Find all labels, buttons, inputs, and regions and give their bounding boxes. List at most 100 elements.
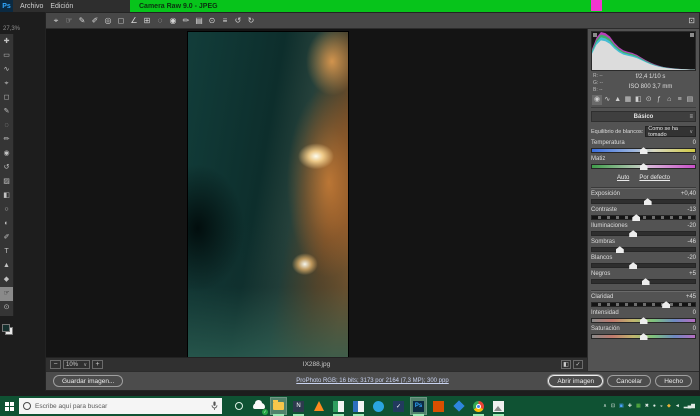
microphone-icon[interactable] — [211, 401, 218, 411]
done-button[interactable]: Hecho — [655, 375, 692, 387]
menu-edicion[interactable]: Edición — [50, 3, 73, 10]
tab-hsl-icon[interactable]: ▦ — [623, 95, 633, 105]
tab-effects-icon[interactable]: ƒ — [654, 95, 664, 105]
photoshop-icon[interactable]: Ps — [411, 398, 426, 414]
tasks-app-icon[interactable]: ✓ — [391, 398, 406, 414]
slider-thumb[interactable] — [640, 317, 648, 324]
adjustment-brush-tool-icon[interactable]: ✏ — [180, 15, 192, 27]
tab-basic-icon[interactable]: ◉ — [592, 95, 602, 105]
cortana-icon[interactable] — [231, 398, 246, 414]
slider-thumb[interactable] — [640, 147, 648, 154]
creative-app-icon[interactable] — [431, 398, 446, 414]
crop-tool-icon[interactable]: ◻ — [0, 91, 13, 105]
tab-tone-curve-icon[interactable]: ∿ — [602, 95, 612, 105]
rotate-right-button-icon[interactable]: ↻ — [245, 15, 257, 27]
sombras-slider-track[interactable] — [591, 247, 696, 252]
dodge-tool-icon[interactable]: ◐ — [0, 217, 13, 231]
brush-tool-icon[interactable]: ✏ — [0, 133, 13, 147]
chrome-icon[interactable] — [471, 398, 486, 414]
lasso-tool-icon[interactable]: ∿ — [0, 63, 13, 77]
document-app-icon[interactable] — [351, 398, 366, 414]
workflow-options-link[interactable]: ProPhoto RGB; 16 bits; 3173 por 2164 (7,… — [177, 378, 569, 384]
preferences-button-icon[interactable]: ≡ — [219, 15, 231, 27]
red-eye-tool-icon[interactable]: ◉ — [167, 15, 179, 27]
history-brush-tool-icon[interactable]: ↺ — [0, 161, 13, 175]
crop-tool-icon[interactable]: ◻ — [115, 15, 127, 27]
camera-raw-titlebar[interactable]: Camera Raw 9.0 - JPEG — [130, 0, 700, 12]
tab-snapshots-icon[interactable]: ▤ — [685, 95, 695, 105]
start-button[interactable] — [0, 396, 19, 416]
color-swatches[interactable] — [2, 324, 13, 335]
tab-presets-icon[interactable]: ≡ — [675, 95, 685, 105]
menu-archivo[interactable]: Archivo — [20, 3, 43, 10]
type-tool-icon[interactable]: T — [0, 245, 13, 259]
tray-app-3-icon[interactable]: ✚ — [628, 402, 632, 410]
tray-app-4-icon[interactable]: ▦ — [636, 402, 641, 410]
gradient-tool-icon[interactable]: ◧ — [0, 189, 13, 203]
foreground-color-swatch[interactable] — [2, 324, 10, 332]
spot-removal-tool-icon[interactable]: ◌ — [154, 15, 166, 27]
marquee-tool-icon[interactable]: ▭ — [0, 49, 13, 63]
spreadsheet-app-icon[interactable] — [331, 398, 346, 414]
vlc-icon[interactable] — [311, 398, 326, 414]
photo-canvas[interactable] — [188, 32, 348, 359]
tray-app-2-icon[interactable]: ▣ — [619, 402, 624, 410]
saturacion-slider-track[interactable] — [591, 334, 696, 339]
file-explorer-icon[interactable] — [271, 398, 286, 414]
graduated-filter-tool-icon[interactable]: ▤ — [193, 15, 205, 27]
eyedropper-tool-icon[interactable]: ✎ — [0, 105, 13, 119]
histogram[interactable] — [591, 31, 696, 71]
taskbar-search[interactable]: Escribe aquí para buscar — [19, 398, 222, 414]
negros-slider-track[interactable] — [591, 279, 696, 284]
slider-thumb[interactable] — [644, 198, 652, 205]
slider-thumb[interactable] — [642, 278, 650, 285]
auto-link[interactable]: Auto — [617, 175, 629, 181]
transform-tool-icon[interactable]: ⊞ — [141, 15, 153, 27]
onedrive-icon[interactable]: ✓ — [251, 398, 266, 414]
slider-thumb[interactable] — [662, 301, 670, 308]
eraser-tool-icon[interactable]: ▨ — [0, 175, 13, 189]
matiz-slider-track[interactable] — [591, 164, 696, 169]
tray-app-7-icon[interactable]: ◒ — [660, 402, 663, 410]
intensidad-slider-track[interactable] — [591, 318, 696, 323]
iluminaciones-slider-track[interactable] — [591, 231, 696, 236]
default-link[interactable]: Por defecto — [639, 175, 670, 181]
radial-filter-tool-icon[interactable]: ⊙ — [206, 15, 218, 27]
white-balance-tool-icon[interactable]: ✎ — [76, 15, 88, 27]
fullscreen-toggle-icon[interactable]: ⊡ — [688, 16, 695, 25]
color-sampler-tool-icon[interactable]: ✐ — [89, 15, 101, 27]
tray-network-icon[interactable]: ▂▄▆ — [684, 402, 695, 410]
slider-thumb[interactable] — [629, 262, 637, 269]
magic-wand-tool-icon[interactable]: ⌖ — [0, 77, 13, 91]
slider-thumb[interactable] — [640, 163, 648, 170]
move-tool-icon[interactable]: ✚ — [0, 35, 13, 49]
tray-app-5-icon[interactable]: ✖ — [645, 402, 649, 410]
tab-lens-corrections-icon[interactable]: ⊙ — [644, 95, 654, 105]
hand-tool-icon[interactable]: ☞ — [63, 15, 75, 27]
tray-app-6-icon[interactable]: ● — [653, 402, 656, 410]
save-image-button[interactable]: Guardar imagen... — [53, 375, 123, 387]
diamond-app-icon[interactable] — [451, 398, 466, 414]
shadow-clip-icon[interactable] — [593, 33, 597, 37]
tab-split-toning-icon[interactable]: ◧ — [633, 95, 643, 105]
tray-expand-icon[interactable]: ∧ — [603, 402, 607, 410]
slider-thumb[interactable] — [632, 214, 640, 221]
straighten-tool-icon[interactable]: ∠ — [128, 15, 140, 27]
panel-menu-icon[interactable]: ≡ — [689, 114, 693, 120]
messenger-app-icon[interactable] — [371, 398, 386, 414]
temperatura-slider-track[interactable] — [591, 148, 696, 153]
tray-app-1-icon[interactable]: ⊡ — [611, 402, 615, 410]
pen-tool-icon[interactable]: ✐ — [0, 231, 13, 245]
contraste-slider-track[interactable] — [591, 215, 696, 220]
exposicion-slider-track[interactable] — [591, 199, 696, 204]
shape-tool-icon[interactable]: ◆ — [0, 273, 13, 287]
photos-icon[interactable] — [491, 398, 506, 414]
white-balance-select[interactable]: Como se ha tomado ∨ — [645, 126, 696, 137]
cancel-button[interactable]: Cancelar — [607, 375, 651, 387]
blancos-slider-track[interactable] — [591, 263, 696, 268]
tray-app-8-icon[interactable]: ◆ — [667, 402, 671, 410]
blur-tool-icon[interactable]: ○ — [0, 203, 13, 217]
slider-thumb[interactable] — [640, 333, 648, 340]
slider-thumb[interactable] — [629, 230, 637, 237]
tab-camera-calibration-icon[interactable]: ⌂ — [664, 95, 674, 105]
